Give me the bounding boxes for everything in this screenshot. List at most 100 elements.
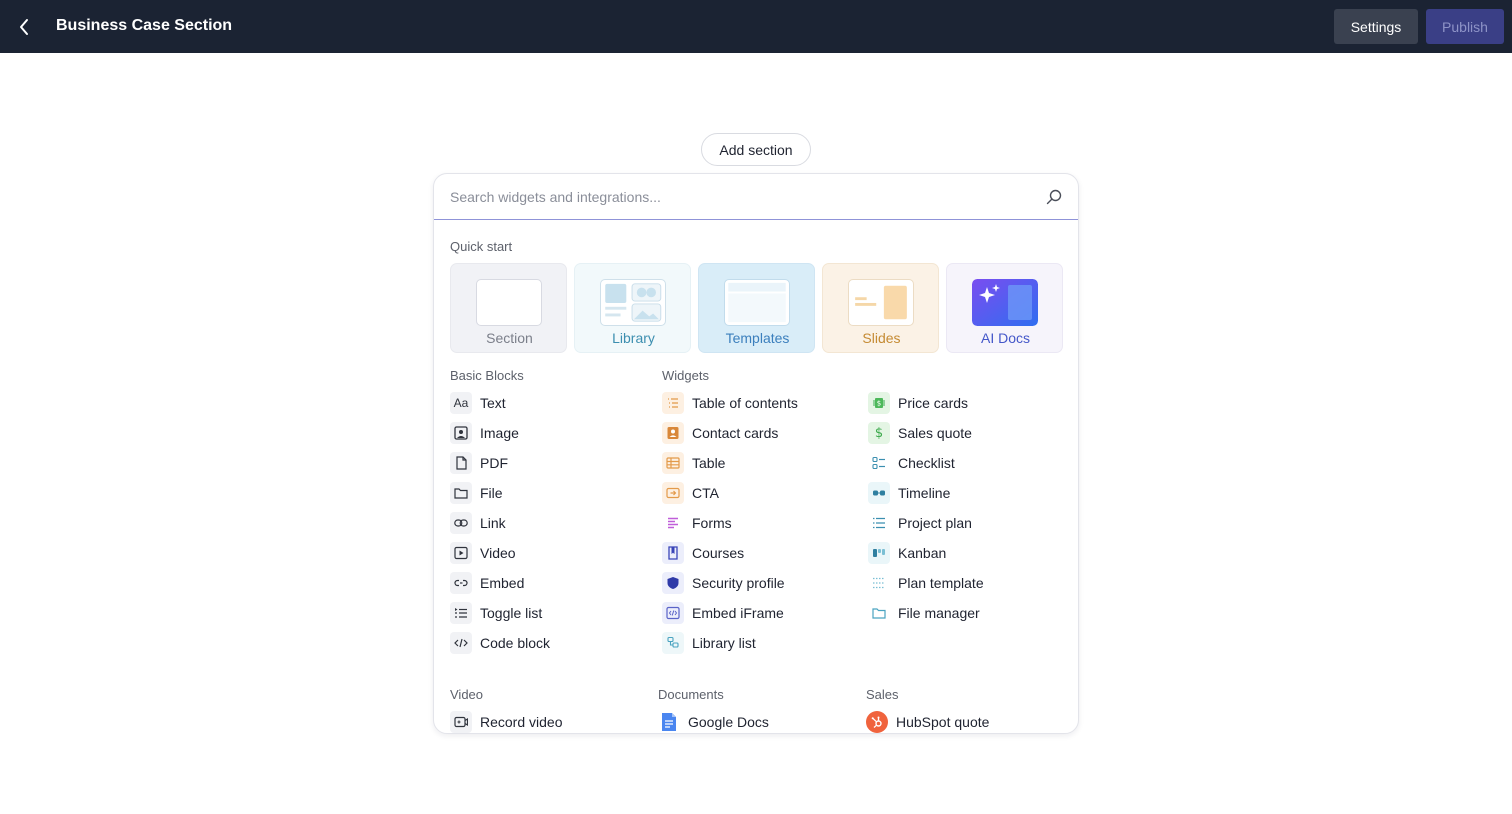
- item-label: Price cards: [898, 395, 969, 411]
- forms-icon: [662, 512, 684, 534]
- contact-card-icon: [662, 422, 684, 444]
- widget-item-courses[interactable]: Courses: [662, 542, 744, 564]
- widget-item-checklist[interactable]: Checklist: [868, 452, 955, 474]
- pdf-icon: [450, 452, 472, 474]
- sales-heading: Sales: [866, 687, 899, 702]
- item-label: Table of contents: [692, 395, 798, 411]
- dollar-icon: $: [868, 422, 890, 444]
- quick-start-ai-docs-card[interactable]: AI Docs: [946, 263, 1063, 353]
- quick-start-label: Slides: [862, 330, 901, 346]
- widget-picker-panel: Quick start Section Library Templates: [433, 173, 1079, 734]
- file-manager-icon: [868, 602, 890, 624]
- block-item-embed[interactable]: Embed: [450, 572, 524, 594]
- item-label: Timeline: [898, 485, 951, 501]
- timeline-icon: [868, 482, 890, 504]
- item-label: Text: [480, 395, 506, 411]
- block-item-video[interactable]: Video: [450, 542, 516, 564]
- text-icon: Aa: [450, 392, 472, 414]
- add-section-button[interactable]: Add section: [701, 133, 811, 166]
- item-label: Project plan: [898, 515, 972, 531]
- project-plan-icon: [868, 512, 890, 534]
- quick-start-slides-card[interactable]: Slides: [822, 263, 939, 353]
- widget-item-security-profile[interactable]: Security profile: [662, 572, 785, 594]
- toc-icon: [662, 392, 684, 414]
- folder-icon: [450, 482, 472, 504]
- widget-item-price-cards[interactable]: $ Price cards: [868, 392, 968, 414]
- shield-icon: [662, 572, 684, 594]
- integration-item-google-docs[interactable]: Google Docs: [658, 711, 769, 733]
- item-label: Checklist: [898, 455, 955, 471]
- google-docs-icon: [658, 711, 680, 733]
- widget-item-embed-iframe[interactable]: Embed iFrame: [662, 602, 784, 624]
- search-bar: [434, 174, 1078, 220]
- item-label: Contact cards: [692, 425, 779, 441]
- item-label: PDF: [480, 455, 508, 471]
- quick-start-section-card[interactable]: Section: [450, 263, 567, 353]
- block-item-link[interactable]: Link: [450, 512, 506, 534]
- block-item-toggle-list[interactable]: Toggle list: [450, 602, 542, 624]
- item-label: Embed iFrame: [692, 605, 784, 621]
- item-label: File: [480, 485, 503, 501]
- video-icon: [450, 542, 472, 564]
- widget-item-timeline[interactable]: Timeline: [868, 482, 950, 504]
- item-label: Courses: [692, 545, 745, 561]
- back-button[interactable]: [14, 16, 34, 38]
- kanban-icon: [868, 542, 890, 564]
- link-icon: [450, 512, 472, 534]
- item-label: Code block: [480, 635, 551, 651]
- block-item-image[interactable]: Image: [450, 422, 519, 444]
- widget-item-cta[interactable]: CTA: [662, 482, 719, 504]
- block-item-file[interactable]: File: [450, 482, 503, 504]
- publish-button[interactable]: Publish: [1426, 9, 1504, 44]
- templates-thumbnail-icon: [724, 279, 790, 326]
- svg-text:$: $: [877, 400, 881, 408]
- widget-item-project-plan[interactable]: Project plan: [868, 512, 972, 534]
- library-thumbnail-icon: [600, 279, 666, 326]
- slides-thumbnail-icon: [848, 279, 914, 326]
- table-icon: [662, 452, 684, 474]
- block-item-code-block[interactable]: Code block: [450, 632, 550, 654]
- search-input[interactable]: [450, 184, 1030, 210]
- price-card-icon: $: [868, 392, 890, 414]
- item-label: Kanban: [898, 545, 947, 561]
- item-label: Library list: [692, 635, 756, 651]
- embed-icon: [450, 572, 472, 594]
- block-item-text[interactable]: Aa Text: [450, 392, 506, 414]
- settings-button[interactable]: Settings: [1334, 9, 1418, 44]
- item-label: Sales quote: [898, 425, 972, 441]
- quick-start-label[interactable]: Templates: [699, 330, 816, 346]
- widget-item-kanban[interactable]: Kanban: [868, 542, 946, 564]
- widget-item-sales-quote[interactable]: $ Sales quote: [868, 422, 972, 444]
- item-label: Plan template: [898, 575, 984, 591]
- hubspot-icon: [866, 711, 888, 733]
- quick-start-library-card[interactable]: Library: [574, 263, 691, 353]
- item-label: Image: [480, 425, 519, 441]
- quick-start-templates-card[interactable]: Templates: [698, 263, 815, 353]
- search-icon[interactable]: [1046, 189, 1062, 205]
- widget-item-plan-template[interactable]: Plan template: [868, 572, 984, 594]
- integration-item-hubspot-quote[interactable]: HubSpot quote: [866, 711, 989, 733]
- section-thumbnail-icon: [476, 279, 542, 326]
- widget-item-forms[interactable]: Forms: [662, 512, 732, 534]
- item-label: Record video: [480, 714, 563, 730]
- widgets-heading: Widgets: [662, 368, 709, 383]
- record-video-icon: [450, 711, 472, 733]
- widget-item-contact-cards[interactable]: Contact cards: [662, 422, 778, 444]
- item-label: Forms: [692, 515, 732, 531]
- widget-item-table-of-contents[interactable]: Table of contents: [662, 392, 798, 414]
- widget-item-file-manager[interactable]: File manager: [868, 602, 980, 624]
- item-label: Google Docs: [688, 714, 769, 730]
- iframe-icon: [662, 602, 684, 624]
- checklist-icon: [868, 452, 890, 474]
- toggle-list-icon: [450, 602, 472, 624]
- documents-heading: Documents: [658, 687, 724, 702]
- top-bar: Business Case Section Settings Publish: [0, 0, 1512, 53]
- video-heading: Video: [450, 687, 484, 702]
- block-item-pdf[interactable]: PDF: [450, 452, 508, 474]
- item-label: File manager: [898, 605, 980, 621]
- widget-item-library-list[interactable]: Library list: [662, 632, 756, 654]
- item-label: Link: [480, 515, 506, 531]
- widget-item-table[interactable]: Table: [662, 452, 725, 474]
- item-label: HubSpot quote: [896, 714, 990, 730]
- integration-item-record-video[interactable]: Record video: [450, 711, 563, 733]
